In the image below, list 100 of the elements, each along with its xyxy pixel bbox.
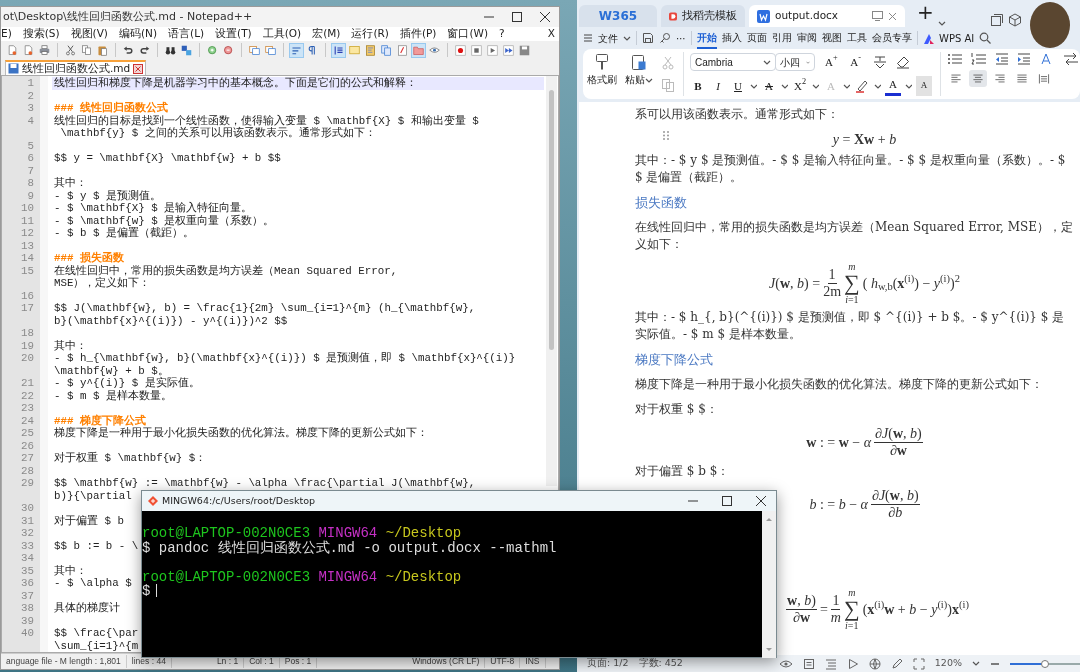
caret-icon[interactable] (905, 82, 913, 90)
caret-icon[interactable] (812, 82, 820, 90)
caret-icon[interactable] (972, 660, 980, 667)
document-tab[interactable]: 找稻壳模板 (661, 5, 745, 27)
drag-handle-icon[interactable] (663, 131, 669, 140)
function-list-icon[interactable] (395, 42, 410, 58)
key-icon[interactable] (659, 32, 671, 44)
ribbon-tab[interactable]: 插入 (722, 27, 742, 49)
file-menu[interactable]: 文件 (598, 30, 618, 46)
numbered-list-icon[interactable] (971, 52, 988, 66)
zoom-level[interactable]: 120% (934, 656, 962, 671)
fit-screen-icon[interactable] (912, 657, 925, 670)
font-size-button[interactable]: A$^{-}$ (847, 52, 864, 72)
format-button[interactable]: B (690, 76, 706, 96)
play-icon[interactable] (846, 657, 859, 670)
menu-item[interactable]: 工具(O) (262, 26, 302, 42)
bullet-list-icon[interactable] (947, 52, 964, 66)
format-button[interactable]: A (916, 76, 933, 96)
close-tab-button[interactable] (133, 63, 144, 74)
document-tab[interactable]: output.docx (749, 5, 905, 27)
caret-icon[interactable] (874, 82, 882, 90)
format-button[interactable]: A (761, 76, 777, 96)
menu-item[interactable]: 插件(P) (399, 26, 437, 42)
close-tab-button[interactable] (888, 11, 897, 21)
ribbon-tab[interactable]: 工具 (847, 27, 867, 49)
vertical-scrollbar[interactable] (762, 511, 776, 658)
search-icon[interactable] (979, 32, 992, 44)
cube-icon[interactable] (1008, 13, 1022, 27)
vertical-scrollbar[interactable] (546, 76, 557, 486)
sort-icon[interactable] (1063, 52, 1080, 66)
globe-icon[interactable] (868, 657, 881, 670)
menu-item[interactable]: 编码(N) (119, 26, 158, 42)
caret-icon[interactable] (623, 34, 631, 42)
window-icon[interactable] (990, 13, 1004, 27)
menu-icon[interactable] (583, 33, 593, 43)
menu-item[interactable]: E) (1, 26, 12, 42)
menu-item[interactable]: 窗口(W) (447, 26, 489, 42)
format-button[interactable]: U (730, 76, 746, 96)
scissors-icon[interactable] (63, 42, 78, 58)
file-tab[interactable]: 线性回归函数公式.md (5, 60, 147, 75)
home-tab[interactable]: W365 (579, 5, 657, 27)
new-tab-button[interactable]: + (917, 0, 934, 27)
font-size-dropdown[interactable]: 小四 (775, 53, 815, 71)
format-button[interactable]: I (710, 76, 726, 96)
increase-indent-icon[interactable] (1017, 52, 1032, 66)
fast-forward-icon[interactable] (501, 42, 516, 58)
paste-icon[interactable] (630, 52, 648, 72)
caret-icon[interactable] (750, 82, 757, 90)
ribbon-tab[interactable]: 审阅 (797, 27, 817, 49)
menu-item[interactable]: 搜索(S) (22, 26, 60, 42)
eye-icon[interactable] (778, 658, 793, 669)
summation-symbol: ∑ (843, 598, 860, 620)
pen-icon[interactable] (890, 657, 903, 670)
code-line: 线性回归的目标是找到一个线性函数，使得输入变量 $ \mathbf{X} $ 和输出变量 $ (54, 114, 479, 127)
prompt-user: root@LAPTOP-002N0CE3 (142, 568, 311, 585)
page-count: 页面: 1/2 (587, 656, 629, 671)
format-button[interactable]: X$^{2}$ (792, 76, 809, 96)
scrollbar-thumb[interactable] (549, 90, 554, 350)
folder-icon[interactable] (411, 42, 426, 58)
page-view-icon[interactable] (802, 657, 815, 670)
wps-ai-button[interactable]: WPS AI (923, 30, 975, 46)
menu-item[interactable]: 视图(V) (70, 26, 108, 42)
ribbon-tab[interactable]: 页面 (747, 27, 767, 49)
indent-guide-icon[interactable] (331, 42, 346, 58)
menu-item[interactable]: ? (499, 26, 505, 42)
text-lines-icon[interactable] (289, 42, 304, 58)
line-number: 15 (21, 264, 34, 277)
ribbon-tab[interactable]: 会员专享 (872, 27, 912, 49)
font-size-button[interactable]: A$^{+}$ (823, 52, 840, 72)
stop-icon[interactable] (469, 42, 484, 58)
slider-thumb[interactable] (1041, 659, 1049, 668)
zoom-slider[interactable] (1010, 662, 1080, 665)
eraser-icon[interactable] (895, 55, 910, 69)
copy-icon[interactable] (79, 42, 94, 58)
caret-icon[interactable] (781, 82, 788, 90)
map-icon[interactable] (363, 42, 378, 58)
phonetic-guide-icon[interactable] (871, 55, 888, 69)
documents-icon[interactable] (379, 42, 394, 58)
ribbon-tab[interactable]: 引用 (772, 27, 792, 49)
ribbon-tab[interactable]: 视图 (822, 27, 842, 49)
caret-icon[interactable] (937, 20, 946, 27)
align-center-icon[interactable] (969, 70, 988, 87)
paste-label[interactable]: 粘贴 (625, 73, 653, 88)
code-line: - $ h_{\mathbf{w}, b}(\mathbf{x}^{(i)}) $ 是预测值，即 $ \mathbf{x}^{(i)} (54, 352, 516, 364)
menu-item[interactable]: 宏(M) (312, 26, 341, 42)
code-line: $$ y = \mathbf{X} \mathbf{w} + b $$ (54, 152, 281, 164)
menu-item[interactable]: 语言(L) (168, 26, 205, 42)
caret-icon[interactable] (843, 82, 851, 90)
menu-item[interactable]: 设置(T) (215, 26, 252, 42)
save-icon[interactable] (642, 32, 654, 44)
play-icon[interactable] (485, 42, 500, 58)
menu-item[interactable]: 运行(R) (351, 26, 389, 42)
format-button[interactable]: A (885, 76, 902, 96)
record-icon[interactable] (453, 42, 468, 58)
format-painter-icon[interactable] (593, 52, 611, 72)
decrease-indent-icon[interactable] (995, 52, 1010, 66)
more-button[interactable]: ⋯ (676, 30, 686, 46)
close-document-button[interactable]: X (547, 26, 555, 42)
printer-icon[interactable] (37, 42, 52, 58)
window-title: ot\Desktop\线性回归函数公式.md - Notepad++ (3, 8, 254, 25)
